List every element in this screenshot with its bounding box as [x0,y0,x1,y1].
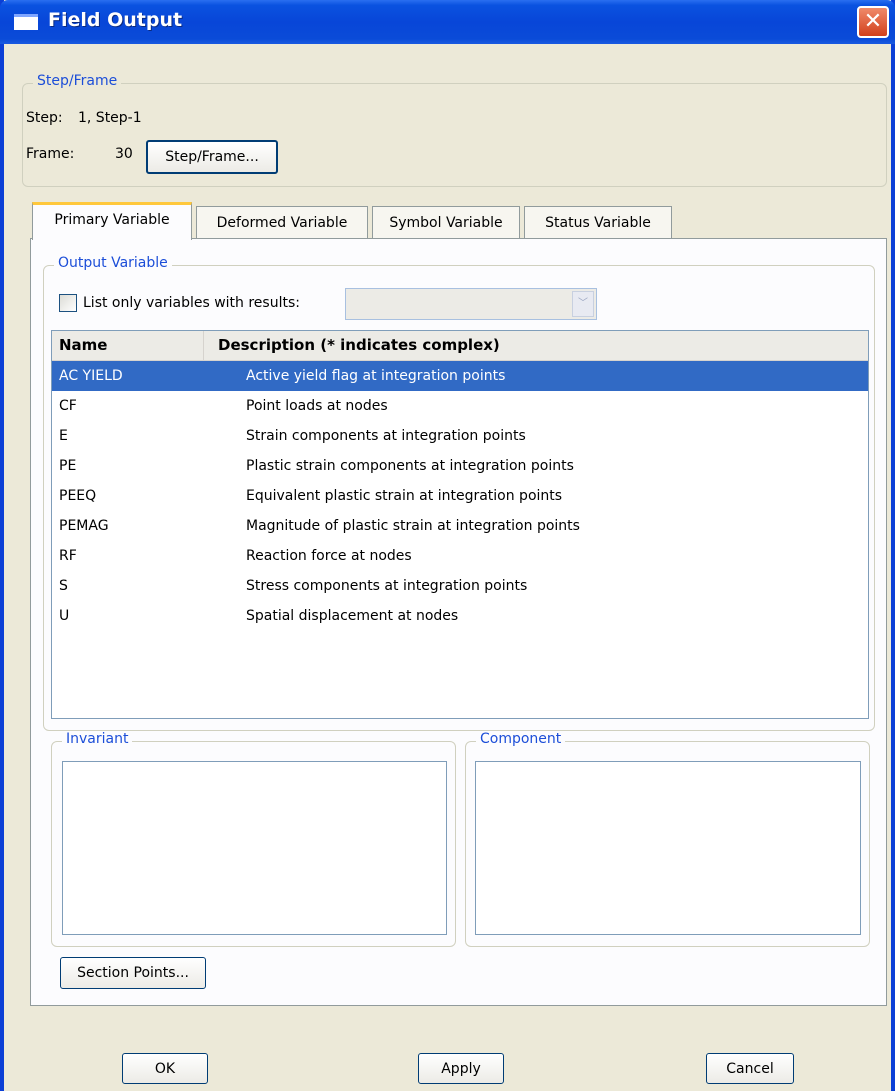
list-row-peeq[interactable]: PEEQ Equivalent plastic strain at integr… [52,481,868,511]
field-output-dialog: Field Output ✕ Step/Frame Step: 1, Step-… [0,0,895,1091]
step-label: Step: [26,110,63,126]
row-name: CF [59,398,77,414]
list-row-rf[interactable]: RF Reaction force at nodes [52,541,868,571]
tab-deformed-variable[interactable]: Deformed Variable [196,206,368,240]
output-variable-legend: Output Variable [54,255,172,271]
row-description: Stress components at integration points [246,578,528,594]
list-only-results-checkbox[interactable] [59,294,77,312]
column-header-name[interactable]: Name [52,331,204,360]
row-name: RF [59,548,77,564]
list-row-pemag[interactable]: PEMAG Magnitude of plastic strain at int… [52,511,868,541]
row-description: Reaction force at nodes [246,548,412,564]
row-name: PEEQ [59,488,97,504]
column-header-description[interactable]: Description (* indicates complex) [212,331,862,360]
list-row-u[interactable]: U Spatial displacement at nodes [52,601,868,631]
row-name: U [59,608,70,624]
step-value: 1, Step-1 [78,110,142,126]
tab-status-variable[interactable]: Status Variable [524,206,672,240]
row-name: PEMAG [59,518,109,534]
row-description: Active yield flag at integration points [246,368,506,384]
tab-primary-variable[interactable]: Primary Variable [32,202,192,240]
row-description: Equivalent plastic strain at integration… [246,488,563,504]
row-description: Spatial displacement at nodes [246,608,459,624]
chevron-down-icon[interactable]: ﹀ [572,291,594,317]
ok-button[interactable]: OK [122,1053,208,1084]
list-row-cf[interactable]: CF Point loads at nodes [52,391,868,421]
row-name: PE [59,458,77,474]
window-icon [14,14,38,30]
list-row-s[interactable]: S Stress components at integration point… [52,571,868,601]
cancel-button[interactable]: Cancel [706,1053,794,1084]
close-button[interactable]: ✕ [857,6,889,38]
row-description: Plastic strain components at integration… [246,458,574,474]
step-frame-button[interactable]: Step/Frame... [146,140,278,174]
invariant-legend: Invariant [62,731,133,747]
row-description: Strain components at integration points [246,428,526,444]
row-description: Point loads at nodes [246,398,388,414]
row-name: E [59,428,68,444]
component-list[interactable] [475,761,861,935]
frame-label: Frame: [26,146,75,162]
section-points-button[interactable]: Section Points... [60,957,206,989]
list-row-pe[interactable]: PE Plastic strain components at integrat… [52,451,868,481]
list-row-e[interactable]: E Strain components at integration point… [52,421,868,451]
list-header: Name Description (* indicates complex) [52,331,868,362]
results-filter-combo[interactable]: ﹀ [345,288,597,320]
step-frame-legend: Step/Frame [33,73,122,89]
primary-variable-panel: Output Variable List only variables with… [30,238,887,1006]
apply-button[interactable]: Apply [418,1053,504,1084]
invariant-list[interactable] [62,761,447,935]
component-legend: Component [476,731,566,747]
row-name: S [59,578,68,594]
frame-value: 30 [115,146,133,162]
close-icon: ✕ [863,9,883,34]
window-title: Field Output [48,9,183,31]
row-name: AC YIELD [59,368,123,384]
list-row-ac-yield[interactable]: AC YIELD Active yield flag at integratio… [52,361,868,391]
tab-symbol-variable[interactable]: Symbol Variable [372,206,520,240]
row-description: Magnitude of plastic strain at integrati… [246,518,580,534]
list-only-results-label: List only variables with results: [83,295,300,311]
output-variable-list[interactable]: Name Description (* indicates complex) A… [51,330,869,719]
title-bar[interactable]: Field Output ✕ [0,0,895,44]
